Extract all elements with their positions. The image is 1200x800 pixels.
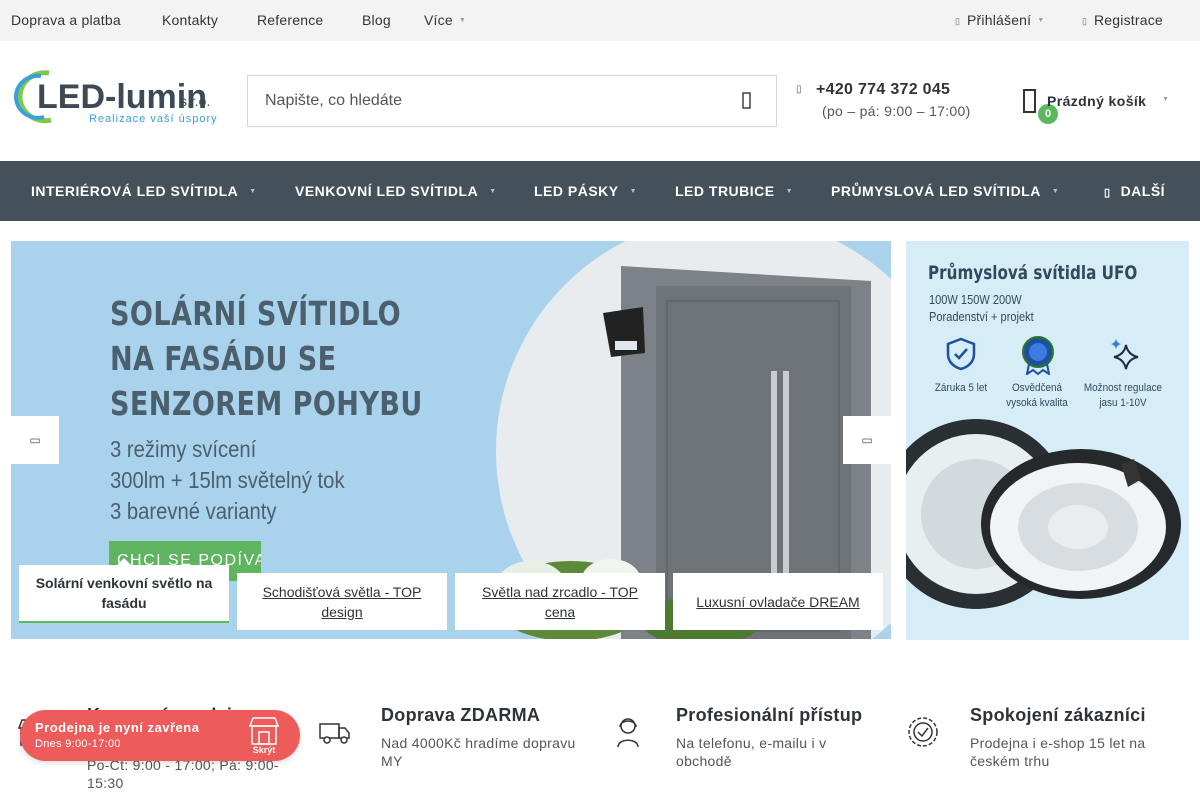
support-agent-icon xyxy=(617,718,639,748)
slider-tab-mirror[interactable]: Světla nad zrcadlo - TOP cena xyxy=(455,573,665,630)
slider-tab-solar[interactable]: Solární venkovní světlo na fasádu xyxy=(19,558,229,623)
nav-item-tubes[interactable]: LED TRUBICE ▼ xyxy=(675,183,793,199)
nav-item-exterior[interactable]: VENKOVNÍ LED SVÍTIDLA ▼ xyxy=(295,183,497,199)
slide-subtitle-line: 3 režimy svícení xyxy=(110,436,257,462)
topbar-more-menu[interactable]: Více ▼ xyxy=(424,12,466,28)
banner-title: Průmyslová svítidla UFO xyxy=(928,262,1138,284)
search-box xyxy=(247,75,777,127)
store-status-title: Prodejna je nyní zavřena xyxy=(35,720,200,735)
more-label: Více xyxy=(424,12,453,28)
badge-check-icon xyxy=(908,717,938,747)
arrow-right-icon: ▭ xyxy=(861,433,873,447)
banner-line: Poradenství + projekt xyxy=(929,309,1034,324)
chevron-down-icon: ▼ xyxy=(629,188,638,195)
slider-tab-label: Luxusní ovladače DREAM xyxy=(696,593,860,610)
ufo-light-photo xyxy=(906,419,1181,609)
sparkle-icon xyxy=(1111,339,1139,370)
benefit-title: Doprava ZDARMA xyxy=(381,705,541,725)
logo[interactable]: LED-lumin s.r.o. Realizace vaší úspory xyxy=(11,70,221,126)
store-status-popup: Prodejna je nyní zavřena Dnes 9:00-17:00… xyxy=(20,710,300,761)
store-icon xyxy=(248,717,280,745)
store-status-hide-label: Skrýt xyxy=(252,745,276,755)
benefit-text: Nad 4000Kč hradíme dopravu MY xyxy=(381,735,576,769)
truck-icon xyxy=(319,723,350,744)
store-status-hours: Dnes 9:00-17:00 xyxy=(35,738,121,750)
user-icon: ▯ xyxy=(955,16,961,26)
slider-tab-dream[interactable]: Luxusní ovladače DREAM xyxy=(673,573,883,630)
shield-check-icon xyxy=(946,337,976,371)
logo-mark: LED-lumin s.r.o. Realizace vaší úspory xyxy=(13,70,218,125)
benefit-text: Na telefonu, e-mailu i v obchodě xyxy=(676,735,827,769)
slide-title-line: SOLÁRNÍ SVÍTIDLO xyxy=(110,294,401,333)
nav-item-label: PRŮMYSLOVÁ LED SVÍTIDLA xyxy=(831,183,1041,199)
banner-feature: Možnost regulace jasu 1-10V xyxy=(1083,382,1163,409)
top-bar: Doprava a platba Kontakty Reference Blog… xyxy=(0,0,1200,41)
main-nav: INTERIÉROVÁ LED SVÍTIDLA ▼ VENKOVNÍ LED S… xyxy=(0,161,1200,221)
store-status-hide-button[interactable]: Skrýt xyxy=(246,716,282,756)
logo-tagline: Realizace vaší úspory xyxy=(89,113,218,125)
login-label: Přihlášení xyxy=(967,12,1032,28)
topbar-link-references[interactable]: Reference xyxy=(257,12,323,28)
cart-label: Prázdný košík xyxy=(1047,93,1147,109)
chevron-down-icon: ▼ xyxy=(1051,188,1060,195)
arrow-left-icon: ▭ xyxy=(29,433,41,447)
nav-item-industrial[interactable]: PRŮMYSLOVÁ LED SVÍTIDLA ▼ xyxy=(831,183,1059,199)
topbar-link-contacts[interactable]: Kontakty xyxy=(162,12,218,28)
chevron-down-icon: ▼ xyxy=(1037,17,1045,24)
chevron-down-icon: ▼ xyxy=(458,17,466,24)
register-link[interactable]: ▯ Registrace xyxy=(1082,12,1163,28)
banner-feature: Osvědčená vysoká kvalita xyxy=(1006,382,1068,409)
slide-title-line: NA FASÁDU SE xyxy=(110,339,337,378)
benefit-text: Po-Čt: 9:00 - 17:00; Pá: 9:00-15:30 xyxy=(87,757,279,791)
nav-item-interior[interactable]: INTERIÉROVÁ LED SVÍTIDLA ▼ xyxy=(31,183,257,199)
chevron-down-icon: ▼ xyxy=(249,188,257,195)
slide-subtitle-line: 3 barevné varianty xyxy=(110,498,277,524)
search-button[interactable] xyxy=(718,76,776,126)
slider-prev-button[interactable]: ▭ xyxy=(11,416,59,464)
slider-next-button[interactable]: ▭ xyxy=(843,416,891,464)
benefit-title: Profesionální přístup xyxy=(676,705,863,725)
quality-badge-icon xyxy=(1022,336,1054,375)
topbar-link-shipping[interactable]: Doprava a platba xyxy=(11,12,121,28)
benefit-title: Spokojení zákazníci xyxy=(970,705,1146,725)
slider-tab-label: Světla nad zrcadlo - TOP cena xyxy=(482,583,638,620)
phone-hours: (po – pá: 9:00 – 17:00) xyxy=(822,103,971,119)
slider-tab-label: Schodišťová světla - TOP design xyxy=(262,583,422,620)
slider-tab-stairs[interactable]: Schodišťová světla - TOP design xyxy=(237,573,447,630)
chevron-down-icon: ▼ xyxy=(489,188,497,195)
nav-item-label: INTERIÉROVÁ LED SVÍTIDLA xyxy=(31,183,239,199)
search-icon xyxy=(742,92,751,109)
nav-item-label: LED PÁSKY xyxy=(534,183,619,199)
nav-item-strips[interactable]: LED PÁSKY ▼ xyxy=(534,183,637,199)
chevron-down-icon: ▼ xyxy=(785,188,794,195)
login-link[interactable]: ▯ Přihlášení ▼ xyxy=(955,12,1044,28)
slide-subtitle-line: 300lm + 15lm světelný tok xyxy=(110,467,345,493)
register-label: Registrace xyxy=(1094,12,1163,28)
benefit-text: Prodejna i e-shop 15 let na českém trhu xyxy=(970,735,1146,769)
banner-feature: Záruka 5 let xyxy=(934,382,988,394)
phone-icon: ▯ xyxy=(796,84,802,95)
phone-number[interactable]: +420 774 372 045 xyxy=(816,81,950,99)
chevron-down-icon: ▼ xyxy=(1162,96,1169,103)
nav-item-label: VENKOVNÍ LED SVÍTIDLA xyxy=(295,183,479,199)
nav-more[interactable]: ▯ DALŠÍ xyxy=(1104,183,1165,199)
ufo-banner[interactable]: Průmyslová svítidla UFO 100W 150W 200W P… xyxy=(906,241,1189,640)
menu-icon: ▯ xyxy=(1104,187,1111,199)
slider-tab-label: Solární venkovní světlo na fasádu xyxy=(35,575,213,611)
hero-slider: SOLÁRNÍ SVÍTIDLO NA FASÁDU SE SENZOREM P… xyxy=(11,241,891,639)
nav-item-label: LED TRUBICE xyxy=(675,183,775,199)
logo-suffix: s.r.o. xyxy=(180,93,210,109)
slide-title-line: SENZOREM POHYBU xyxy=(110,384,423,423)
nav-more-label: DALŠÍ xyxy=(1120,183,1166,199)
register-icon: ▯ xyxy=(1082,16,1088,26)
banner-line: 100W 150W 200W xyxy=(929,292,1022,307)
search-input[interactable] xyxy=(248,76,718,126)
topbar-link-blog[interactable]: Blog xyxy=(362,12,391,28)
